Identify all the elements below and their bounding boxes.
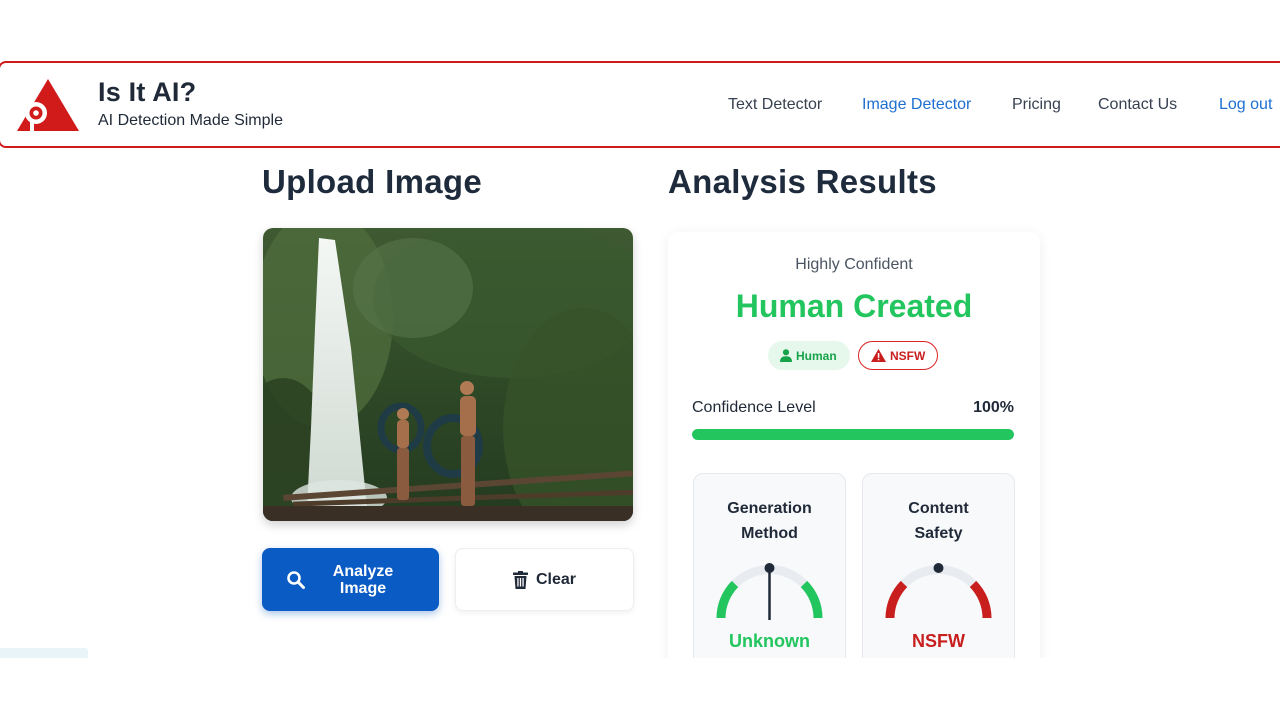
- content-safety-value: NSFW: [912, 631, 965, 651]
- uploaded-image-preview: [263, 228, 633, 521]
- status-url-tag: [0, 648, 88, 658]
- user-icon: [780, 349, 792, 362]
- logout-link[interactable]: Log out: [1219, 96, 1272, 114]
- nsfw-badge-label: NSFW: [890, 349, 926, 363]
- confidence-level-label: Confidence Level: [692, 399, 816, 416]
- app-page: Is It AI? AI Detection Made Simple Text …: [0, 0, 1280, 720]
- nav-text-detector[interactable]: Text Detector: [728, 96, 822, 114]
- viewport-bottom-mask: [0, 658, 1280, 720]
- confidence-progress-bar: [692, 429, 1014, 440]
- analyze-image-label: Analyze Image: [332, 563, 394, 597]
- content-safety-card: Content Safety NSFW: [862, 473, 1015, 673]
- upload-section-title: Upload Image: [262, 163, 482, 200]
- clear-label: Clear: [536, 571, 577, 588]
- brand-subtitle: AI Detection Made Simple: [98, 112, 283, 129]
- nav-contact-us[interactable]: Contact Us: [1098, 96, 1177, 114]
- clear-button[interactable]: Clear: [455, 548, 634, 611]
- brand-title[interactable]: Is It AI?: [98, 77, 196, 108]
- generation-method-value: Unknown: [729, 631, 810, 651]
- verdict-heading: Human Created: [735, 288, 973, 324]
- generation-method-card: Generation Method Unknown: [693, 473, 846, 673]
- triangle-eye-logo-icon[interactable]: [16, 77, 80, 133]
- confidence-progress-fill: [692, 429, 1014, 440]
- warning-icon: [871, 349, 886, 362]
- analyze-image-button[interactable]: Analyze Image: [262, 548, 439, 611]
- confidence-level-value: 100%: [973, 399, 1014, 416]
- analysis-results-card: Highly Confident Human Created Human NSF…: [668, 232, 1040, 673]
- generation-gauge: [716, 563, 823, 620]
- top-navbar: Is It AI? AI Detection Made Simple Text …: [0, 61, 1280, 148]
- nsfw-badge: NSFW: [858, 341, 938, 370]
- generation-method-title: Generation Method: [727, 500, 812, 542]
- nav-pricing[interactable]: Pricing: [1012, 96, 1061, 114]
- search-icon: [287, 571, 305, 589]
- trash-icon: [513, 571, 528, 589]
- results-section-title: Analysis Results: [668, 163, 937, 200]
- confidence-tier-text: Highly Confident: [795, 256, 913, 273]
- content-safety-gauge: [885, 563, 992, 619]
- human-badge: Human: [768, 341, 850, 370]
- nav-image-detector[interactable]: Image Detector: [862, 96, 971, 114]
- content-safety-title: Content Safety: [908, 500, 969, 542]
- human-badge-label: Human: [796, 349, 837, 363]
